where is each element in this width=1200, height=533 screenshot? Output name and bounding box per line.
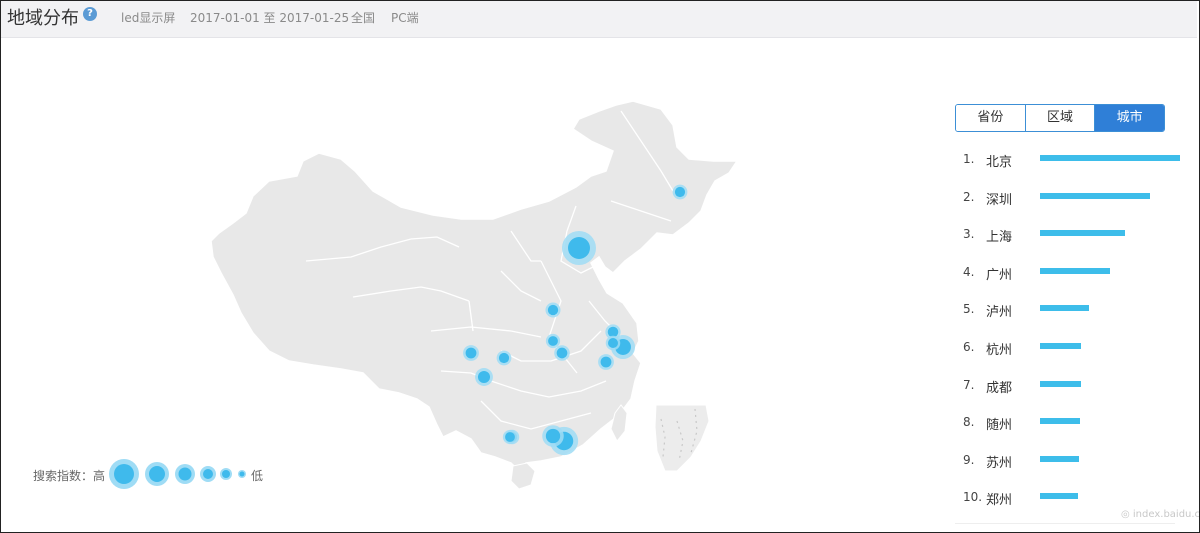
ranking-row: 4. 广州	[963, 261, 1193, 299]
legend-bubble-5-core	[222, 470, 230, 478]
ranking-city-name[interactable]: 杭州	[986, 339, 1012, 358]
watermark: ◎ index.baidu.co	[1121, 509, 1200, 520]
city-bubble[interactable]	[568, 237, 590, 259]
china-landmass	[210, 100, 739, 490]
ranking-number: 4.	[963, 264, 975, 279]
ranking-city-name[interactable]: 深圳	[986, 189, 1012, 208]
ranking-city-name[interactable]: 随州	[986, 414, 1012, 433]
ranking-city-name[interactable]: 郑州	[986, 489, 1012, 508]
page-title: 地域分布	[7, 8, 79, 29]
city-bubble[interactable]	[607, 326, 619, 338]
ranking-number: 5.	[963, 302, 975, 317]
ranking-bar	[1040, 493, 1078, 500]
city-bubble[interactable]	[545, 428, 561, 444]
city-bubble[interactable]	[674, 186, 686, 198]
divider	[955, 523, 1175, 524]
region-label: 全国	[351, 11, 376, 25]
legend-low-label: 低	[251, 469, 264, 483]
region-tabs: 省份 区域 城市	[955, 104, 1165, 132]
city-bubble[interactable]	[465, 347, 477, 359]
legend-high-label: 搜索指数：高	[33, 469, 106, 483]
help-icon[interactable]: ?	[83, 7, 97, 21]
ranking-row: 6. 杭州	[963, 336, 1193, 374]
city-bubble[interactable]	[547, 304, 559, 316]
city-bubble[interactable]	[548, 336, 558, 346]
device-label: PC端	[391, 11, 419, 25]
ranking-bar	[1040, 380, 1081, 387]
ranking-row: 1. 北京	[963, 148, 1193, 186]
ranking-city-name[interactable]: 成都	[986, 377, 1012, 396]
ranking-number: 1.	[963, 152, 975, 166]
ranking-bar	[1040, 342, 1081, 349]
legend-bubble-1-core	[114, 464, 134, 484]
ranking-bar	[1040, 230, 1125, 237]
ranking-number: 2.	[963, 189, 975, 204]
ranking-row: 9. 苏州	[963, 449, 1193, 487]
ranking-city-name[interactable]: 广州	[986, 264, 1012, 283]
ranking-city-name[interactable]: 北京	[986, 151, 1012, 170]
city-bubble[interactable]	[505, 432, 515, 442]
ranking-bar	[1040, 267, 1110, 274]
ranking-row: 3. 上海	[963, 223, 1193, 261]
ranking-number: 8.	[963, 415, 975, 430]
ranking-row: 7. 成都	[963, 374, 1193, 412]
ranking-row: 2. 深圳	[963, 186, 1193, 224]
ranking-city-name[interactable]: 上海	[986, 226, 1012, 245]
tab-city[interactable]: 城市	[1095, 105, 1164, 131]
ranking-city-name[interactable]: 泸州	[986, 301, 1012, 320]
ranking-number: 9.	[963, 452, 975, 467]
ranking-bar	[1040, 418, 1080, 425]
header-bar: 地域分布 ? led显示屏 2017-01-01 至 2017-01-25 全国…	[1, 1, 1197, 38]
ranking-row: 8. 随州	[963, 411, 1193, 449]
legend-bubbles	[109, 459, 246, 489]
ranking-bar	[1040, 155, 1180, 161]
tab-area[interactable]: 区域	[1025, 105, 1096, 131]
ranking-number: 3.	[963, 227, 975, 242]
city-bubble[interactable]	[608, 338, 618, 348]
ranking-number: 6.	[963, 339, 975, 354]
legend-bubble-3-core	[178, 467, 192, 481]
city-bubble[interactable]	[600, 356, 612, 368]
city-ranking-list: 1. 北京 2. 深圳 3. 上海 4. 广州 5. 泸州 6. 杭州 7. 成都 8. 随州 9. 苏州 10. 郑…	[963, 148, 1193, 524]
ranking-bar	[1040, 192, 1150, 199]
keyword-label: led显示屏	[121, 11, 176, 25]
ranking-city-name[interactable]: 苏州	[986, 452, 1012, 471]
legend-bubble-2-core	[149, 466, 165, 482]
ranking-number: 10.	[963, 490, 983, 505]
map-widget: 地域分布 ? led显示屏 2017-01-01 至 2017-01-25 全国…	[0, 0, 1200, 533]
city-bubble[interactable]	[498, 352, 510, 364]
ranking-row: 5. 泸州	[963, 298, 1193, 336]
city-bubble[interactable]	[477, 370, 491, 384]
tab-province[interactable]: 省份	[956, 105, 1026, 131]
ranking-bar	[1040, 305, 1089, 312]
ranking-bar	[1040, 455, 1079, 462]
city-bubble[interactable]	[556, 347, 568, 359]
date-range-label: 2017-01-01 至 2017-01-25	[190, 11, 350, 25]
ranking-number: 7.	[963, 377, 975, 392]
legend-bubble-4-core	[203, 469, 213, 479]
legend-bubble-6-core	[239, 471, 245, 477]
